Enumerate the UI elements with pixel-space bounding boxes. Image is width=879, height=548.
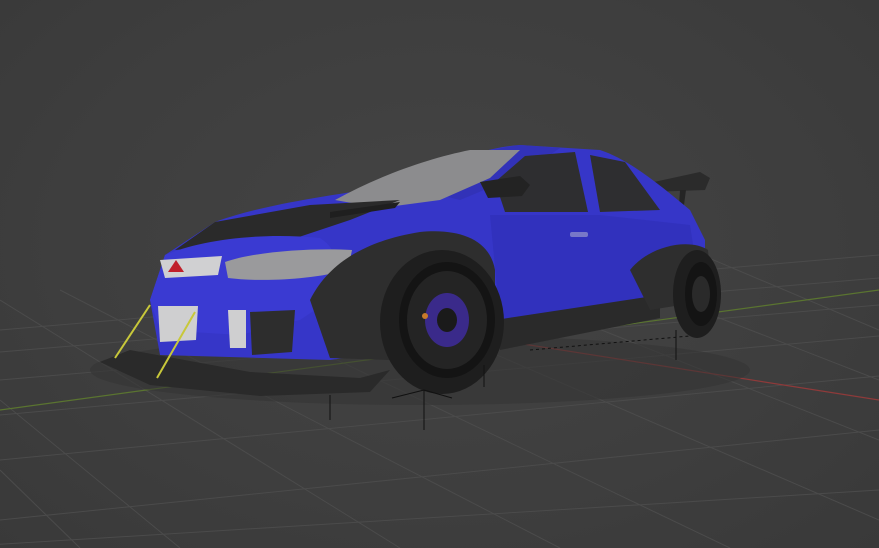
rear-wheel-icon (673, 250, 721, 338)
car-mesh-icon[interactable] (90, 145, 750, 405)
front-wheel-icon (380, 250, 504, 394)
3d-viewport[interactable] (0, 0, 879, 548)
viewport-scene[interactable] (0, 0, 879, 548)
